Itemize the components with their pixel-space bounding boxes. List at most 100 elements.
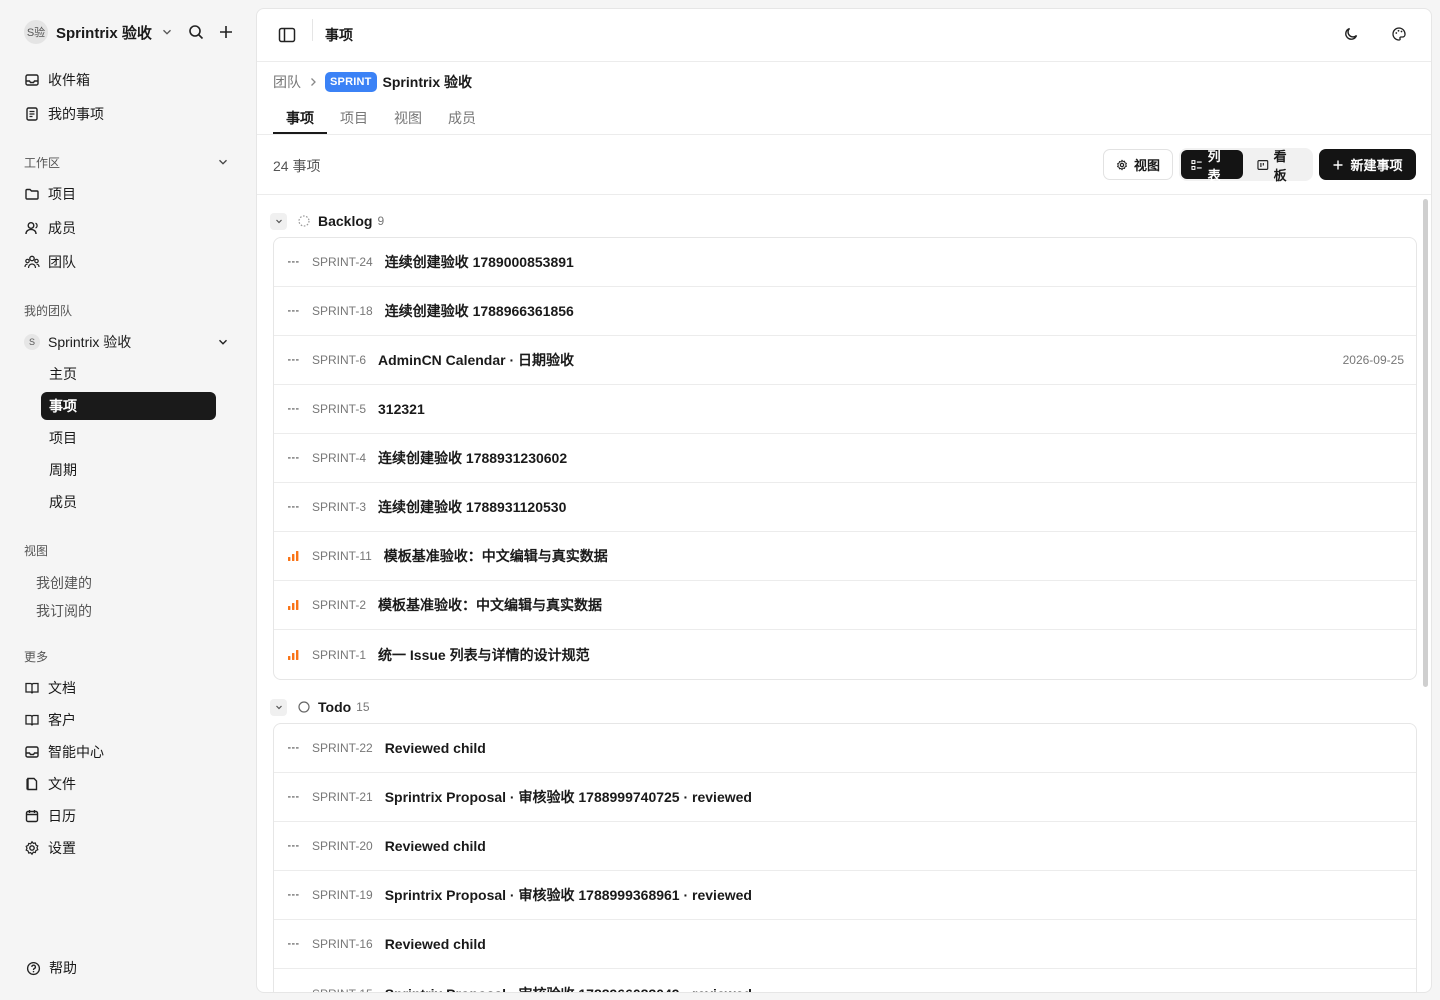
sidebar-item-projects[interactable]: 项目	[24, 182, 76, 206]
table-row[interactable]: SPRINT-19 Sprintrix Proposal · 审核验收 17889…	[274, 871, 1416, 920]
issue-id: SPRINT-19	[312, 888, 373, 902]
table-row[interactable]: SPRINT-6 AdminCN Calendar · 日期验收 2026-09-2…	[274, 336, 1416, 385]
issue-title: Sprintrix Proposal · 审核验收 1788999740725 …	[384, 789, 752, 805]
team-name: Sprintrix 验收	[48, 334, 132, 350]
no-priority-icon[interactable]	[287, 989, 300, 994]
chevron-down-icon	[275, 705, 282, 710]
no-priority-icon[interactable]	[287, 792, 300, 802]
table-row[interactable]: SPRINT-21 Sprintrix Proposal · 审核验收 17889…	[274, 773, 1416, 822]
team-item-home[interactable]: 主页	[41, 360, 216, 388]
no-priority-icon[interactable]	[287, 502, 300, 512]
issue-id: SPRINT-4	[312, 451, 367, 465]
group-header-todo[interactable]: Todo 15	[270, 697, 370, 717]
help-label: 帮助	[49, 960, 77, 976]
sidebar-item-ai-center[interactable]: 智能中心	[24, 740, 104, 764]
no-priority-icon[interactable]	[287, 404, 300, 414]
priority-high-icon[interactable]	[287, 649, 300, 660]
no-priority-icon[interactable]	[287, 939, 300, 949]
book-icon	[25, 714, 39, 726]
help-icon	[26, 961, 41, 975]
sidebar-item-label: 我的事项	[48, 106, 104, 122]
tab-views[interactable]: 视图	[381, 101, 435, 134]
table-row[interactable]: SPRINT-1 统一 Issue 列表与详情的设计规范	[274, 630, 1416, 679]
view-options-label: 视图	[1133, 158, 1160, 173]
sidebar-toggle-icon[interactable]	[278, 26, 296, 44]
issue-title: 模板基准验收：中文编辑与真实数据	[378, 597, 603, 613]
new-issue-button[interactable]: 新建事项	[1319, 149, 1416, 180]
table-row[interactable]: SPRINT-20 Reviewed child	[274, 822, 1416, 871]
view-created-by-me[interactable]: 我创建的	[36, 573, 92, 593]
no-priority-icon[interactable]	[287, 743, 300, 753]
palette-icon[interactable]	[1391, 26, 1407, 42]
collapse-toggle[interactable]	[270, 212, 287, 230]
chevron-down-icon[interactable]	[216, 335, 230, 349]
sidebar-item-inbox[interactable]: 收件箱	[24, 68, 90, 92]
table-row[interactable]: SPRINT-5 312321	[274, 385, 1416, 434]
sidebar-item-label: 成员	[48, 220, 76, 236]
no-priority-icon[interactable]	[287, 355, 300, 365]
team-item-members[interactable]: 成员	[41, 488, 216, 516]
sidebar-item-label: 项目	[48, 186, 76, 202]
top-bar: 事项	[257, 9, 1431, 62]
sidebar-item-label: 团队	[48, 254, 76, 270]
priority-high-icon[interactable]	[287, 551, 300, 561]
sidebar-item-label: 日历	[48, 808, 76, 824]
view-options-button[interactable]: 视图	[1103, 149, 1173, 180]
collapse-toggle[interactable]	[270, 698, 287, 716]
sidebar-item-calendar[interactable]: 日历	[24, 804, 76, 828]
table-row[interactable]: SPRINT-24 连续创建验收 1789000853891	[274, 238, 1416, 287]
group-todo-rows: SPRINT-22 Reviewed child SPRINT-21 Sprintri…	[273, 723, 1417, 993]
plus-icon[interactable]	[218, 24, 234, 40]
sidebar-item-label: 文档	[48, 680, 76, 696]
breadcrumb-team[interactable]: 团队	[273, 72, 301, 92]
team-sprintrix[interactable]: S Sprintrix 验收	[24, 330, 234, 354]
search-icon[interactable]	[188, 24, 204, 40]
no-priority-icon[interactable]	[287, 257, 300, 267]
list-layout-button[interactable]: 列表	[1181, 149, 1243, 183]
todo-status-icon	[298, 701, 310, 713]
issue-title: 连续创建验收 1788931230602	[378, 450, 568, 466]
team-item-issues[interactable]: 事项	[41, 392, 216, 420]
moon-icon[interactable]	[1343, 26, 1359, 42]
priority-high-icon[interactable]	[287, 600, 300, 610]
team-item-projects[interactable]: 项目	[41, 424, 216, 452]
team-item-cycles[interactable]: 周期	[41, 456, 216, 484]
tab-projects[interactable]: 项目	[327, 101, 381, 134]
view-subscribed[interactable]: 我订阅的	[36, 601, 92, 621]
table-row[interactable]: SPRINT-4 连续创建验收 1788931230602	[274, 434, 1416, 483]
no-priority-icon[interactable]	[287, 841, 300, 851]
sidebar: S验 Sprintrix 验收 收件箱 我的事项 工作区 项目 成员 团队 我的…	[0, 0, 256, 1000]
table-row[interactable]: SPRINT-22 Reviewed child	[274, 724, 1416, 773]
tab-issues[interactable]: 事项	[273, 101, 327, 134]
help-button[interactable]: 帮助	[26, 958, 77, 978]
workspace-switcher[interactable]: S验 Sprintrix 验收	[24, 20, 174, 44]
table-row[interactable]: SPRINT-2 模板基准验收：中文编辑与真实数据	[274, 581, 1416, 630]
no-priority-icon[interactable]	[287, 890, 300, 900]
table-row[interactable]: SPRINT-3 连续创建验收 1788931120530	[274, 483, 1416, 532]
no-priority-icon[interactable]	[287, 453, 300, 463]
sidebar-item-settings[interactable]: 设置	[24, 836, 76, 860]
workspace-section-label: 工作区	[24, 156, 61, 170]
issue-title: AdminCN Calendar · 日期验收	[378, 352, 575, 368]
tab-members[interactable]: 成员	[435, 101, 489, 134]
table-row[interactable]: SPRINT-16 Reviewed child	[274, 920, 1416, 969]
gear-icon	[25, 840, 39, 856]
table-row[interactable]: SPRINT-18 连续创建验收 1788966361856	[274, 287, 1416, 336]
my-teams-section-label: 我的团队	[24, 304, 73, 318]
chevron-down-icon[interactable]	[216, 155, 230, 169]
table-row[interactable]: SPRINT-11 模板基准验收：中文编辑与真实数据	[274, 532, 1416, 581]
board-layout-button[interactable]: 看板	[1247, 149, 1309, 183]
sidebar-item-files[interactable]: 文件	[24, 772, 76, 796]
issue-title: Sprintrix Proposal · 审核验收 1788999368961 …	[384, 887, 752, 903]
issue-id: SPRINT-20	[312, 839, 373, 853]
sidebar-item-customers[interactable]: 客户	[24, 708, 76, 732]
sidebar-item-label: 收件箱	[48, 72, 90, 88]
table-row[interactable]: SPRINT-15 Sprintrix Proposal · 审核验收 17889…	[274, 969, 1416, 993]
group-header-backlog[interactable]: Backlog 9	[270, 211, 384, 231]
sidebar-item-docs[interactable]: 文档	[24, 676, 76, 700]
sidebar-item-members[interactable]: 成员	[24, 216, 76, 240]
no-priority-icon[interactable]	[287, 306, 300, 316]
sidebar-item-teams[interactable]: 团队	[24, 250, 76, 274]
backlog-status-icon	[298, 215, 310, 227]
sidebar-item-my-issues[interactable]: 我的事项	[24, 102, 104, 126]
